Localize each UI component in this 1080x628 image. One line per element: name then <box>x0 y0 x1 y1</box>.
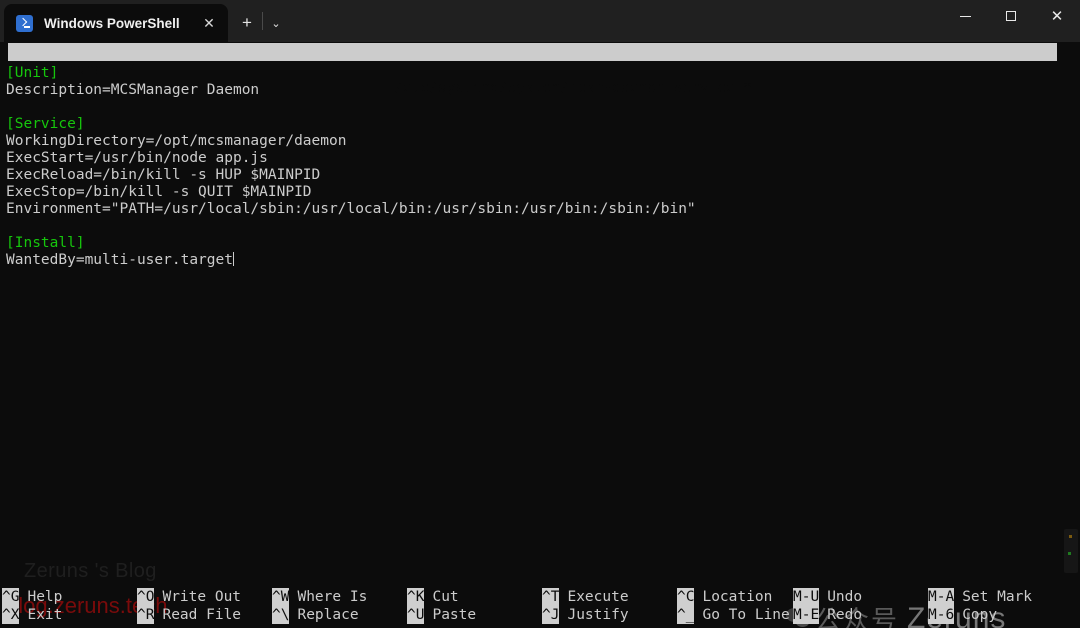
editor-line: WantedBy=multi-user.target <box>6 252 1080 269</box>
section-header: [Install] <box>6 235 85 251</box>
shortcut-key: M-6 <box>928 606 955 624</box>
shortcut-key: ^W <box>272 588 290 606</box>
shortcut-cut[interactable]: ^K Cut <box>407 588 476 606</box>
maximize-button[interactable] <box>988 0 1034 32</box>
shortcut-label: Justify <box>567 607 629 623</box>
shortcut-key: M-A <box>928 588 955 606</box>
shortcut-help[interactable]: ^G Help <box>2 588 62 606</box>
shortcut-label: Go To Line <box>702 607 790 623</box>
line-text: Description=MCSManager Daemon <box>6 82 260 98</box>
shortcut-label: Where Is <box>297 589 368 605</box>
shortcut-key: ^_ <box>677 606 695 624</box>
shortcut-key: M-E <box>793 606 820 624</box>
shortcut-exit[interactable]: ^X Exit <box>2 606 62 624</box>
editor-line: [Service] <box>6 116 1080 133</box>
editor-line: ExecStop=/bin/kill -s QUIT $MAINPID <box>6 184 1080 201</box>
shortcut-key: ^\ <box>272 606 290 624</box>
shortcut-group: ^O Write Out ^R Read File <box>137 588 241 624</box>
editor-line: ExecReload=/bin/kill -s HUP $MAINPID <box>6 167 1080 184</box>
shortcut-go-to-line[interactable]: ^_ Go To Line <box>677 606 790 624</box>
shortcut-replace[interactable]: ^\ Replace <box>272 606 367 624</box>
tab-title: Windows PowerShell <box>44 15 180 31</box>
shortcut-label: Paste <box>432 607 477 623</box>
editor-line: WorkingDirectory=/opt/mcsmanager/daemon <box>6 133 1080 150</box>
text-cursor <box>232 252 234 266</box>
shortcut-group: ^C Location ^_ Go To Line <box>677 588 790 624</box>
shortcut-label: Execute <box>567 589 629 605</box>
shortcut-key: ^G <box>2 588 20 606</box>
nano-editor-area[interactable]: [Unit] Description=MCSManager Daemon [Serv… <box>0 61 1080 586</box>
shortcut-key: ^O <box>137 588 155 606</box>
shortcut-key: ^U <box>407 606 425 624</box>
shortcut-redo[interactable]: M-E Redo <box>793 606 862 624</box>
shortcut-label: Read File <box>162 607 242 623</box>
line-text: WantedBy=multi-user.target <box>6 252 233 268</box>
shortcut-group: ^K Cut ^U Paste <box>407 588 476 624</box>
shortcut-label: Set Mark <box>962 589 1033 605</box>
shortcut-where-is[interactable]: ^W Where Is <box>272 588 367 606</box>
minimize-button[interactable] <box>942 0 988 32</box>
shortcut-group: M-A Set Mark M-6 Copy <box>928 588 1032 624</box>
editor-line: [Unit] <box>6 65 1080 82</box>
line-text: WorkingDirectory=/opt/mcsmanager/daemon <box>6 133 347 149</box>
editor-line: Description=MCSManager Daemon <box>6 82 1080 99</box>
shortcut-label: Write Out <box>162 589 242 605</box>
shortcut-undo[interactable]: M-U Undo <box>793 588 862 606</box>
section-header: [Service] <box>6 116 85 132</box>
shortcut-key: ^T <box>542 588 560 606</box>
terminal-body[interactable]: GNU nano 5.4 /etc/systemd/system/mcsm-da… <box>0 42 1080 628</box>
editor-line: Environment="PATH=/usr/local/sbin:/usr/l… <box>6 201 1080 218</box>
shortcut-key: ^R <box>137 606 155 624</box>
shortcut-label: Copy <box>962 607 998 623</box>
window-titlebar: Windows PowerShell ✕ + ⌄ ✕ <box>0 0 1080 42</box>
shortcut-group: M-U Undo M-E Redo <box>793 588 862 624</box>
line-text: ExecStart=/usr/bin/node app.js <box>6 150 268 166</box>
shortcut-group: ^T Execute ^J Justify <box>542 588 629 624</box>
shortcut-justify[interactable]: ^J Justify <box>542 606 629 624</box>
shortcut-label: Undo <box>827 589 863 605</box>
shortcut-key: ^K <box>407 588 425 606</box>
new-tab-button[interactable]: + <box>233 9 261 37</box>
editor-line: ExecStart=/usr/bin/node app.js <box>6 150 1080 167</box>
tab-windows-powershell[interactable]: Windows PowerShell ✕ <box>4 4 228 42</box>
shortcut-label: Location <box>702 589 773 605</box>
line-text: ExecReload=/bin/kill -s HUP $MAINPID <box>6 167 321 183</box>
nano-titlebar: GNU nano 5.4 /etc/systemd/system/mcsm-da… <box>8 43 1057 96</box>
scrollbar[interactable] <box>1064 529 1078 573</box>
shortcut-copy[interactable]: M-6 Copy <box>928 606 1032 624</box>
shortcut-label: Help <box>27 589 63 605</box>
maximize-icon <box>1006 11 1016 21</box>
chevron-down-icon[interactable]: ⌄ <box>262 9 290 37</box>
shortcut-key: ^X <box>2 606 20 624</box>
nano-shortcut-bar: ^G Help ^X Exit ^O Write Out ^R Read File ^W Wher… <box>0 588 1080 624</box>
minimize-icon <box>959 15 971 17</box>
shortcut-key: ^J <box>542 606 560 624</box>
close-icon: ✕ <box>1050 7 1064 25</box>
shortcut-group: ^W Where Is ^\ Replace <box>272 588 367 624</box>
shortcut-label: Cut <box>432 589 459 605</box>
shortcut-set-mark[interactable]: M-A Set Mark <box>928 588 1032 606</box>
powershell-icon <box>16 14 33 32</box>
shortcut-execute[interactable]: ^T Execute <box>542 588 629 606</box>
shortcut-read-file[interactable]: ^R Read File <box>137 606 241 624</box>
close-window-button[interactable]: ✕ <box>1034 0 1080 32</box>
close-tab-icon[interactable]: ✕ <box>196 10 222 36</box>
line-text: Environment="PATH=/usr/local/sbin:/usr/l… <box>6 201 696 217</box>
line-text: ExecStop=/bin/kill -s QUIT $MAINPID <box>6 184 312 200</box>
shortcut-key: ^C <box>677 588 695 606</box>
section-header: [Unit] <box>6 65 59 81</box>
terminal-window: Windows PowerShell ✕ + ⌄ ✕ GNU nano 5.4 … <box>0 0 1080 628</box>
shortcut-write-out[interactable]: ^O Write Out <box>137 588 241 606</box>
shortcut-label: Exit <box>27 607 63 623</box>
editor-line: [Install] <box>6 235 1080 252</box>
shortcut-location[interactable]: ^C Location <box>677 588 790 606</box>
watermark-blog-name: Zeruns 's Blog <box>24 560 157 582</box>
shortcut-label: Replace <box>297 607 359 623</box>
shortcut-key: M-U <box>793 588 820 606</box>
shortcut-paste[interactable]: ^U Paste <box>407 606 476 624</box>
shortcut-label: Redo <box>827 607 863 623</box>
shortcut-group: ^G Help ^X Exit <box>2 588 62 624</box>
